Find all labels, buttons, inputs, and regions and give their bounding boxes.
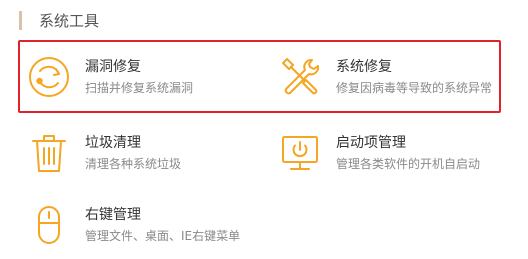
tool-startup-manager[interactable]: 启动项管理 管理各类软件的开机自启动 bbox=[278, 131, 480, 175]
section-accent-bar bbox=[19, 10, 22, 30]
tool-label: 启动项管理 bbox=[336, 135, 406, 151]
tool-description: 管理文件、桌面、IE右键菜单 bbox=[85, 229, 241, 243]
tool-label: 右键管理 bbox=[85, 207, 141, 223]
tool-label: 垃圾清理 bbox=[85, 135, 141, 151]
wrench-screwdriver-icon bbox=[278, 55, 322, 99]
monitor-power-icon bbox=[278, 131, 322, 175]
tool-label: 系统修复 bbox=[336, 59, 392, 75]
circular-arrows-icon bbox=[27, 55, 71, 99]
tool-description: 修复因病毒等导致的系统异常 bbox=[336, 81, 493, 95]
tool-label: 漏洞修复 bbox=[85, 59, 141, 75]
section-title: 系统工具 bbox=[39, 11, 100, 30]
trash-icon bbox=[27, 131, 71, 175]
tool-vulnerability-fix[interactable]: 漏洞修复 扫描并修复系统漏洞 bbox=[27, 55, 193, 99]
tool-context-menu-manager[interactable]: 右键管理 管理文件、桌面、IE右键菜单 bbox=[27, 203, 240, 247]
tool-description: 扫描并修复系统漏洞 bbox=[85, 81, 194, 95]
section-header: 系统工具 bbox=[19, 10, 99, 30]
tool-description: 管理各类软件的开机自启动 bbox=[336, 157, 481, 171]
tool-system-repair[interactable]: 系统修复 修复因病毒等导致的系统异常 bbox=[278, 55, 492, 99]
tool-junk-cleanup[interactable]: 垃圾清理 清理各种系统垃圾 bbox=[27, 131, 181, 175]
tool-description: 清理各种系统垃圾 bbox=[85, 157, 182, 171]
mouse-icon bbox=[27, 203, 71, 247]
